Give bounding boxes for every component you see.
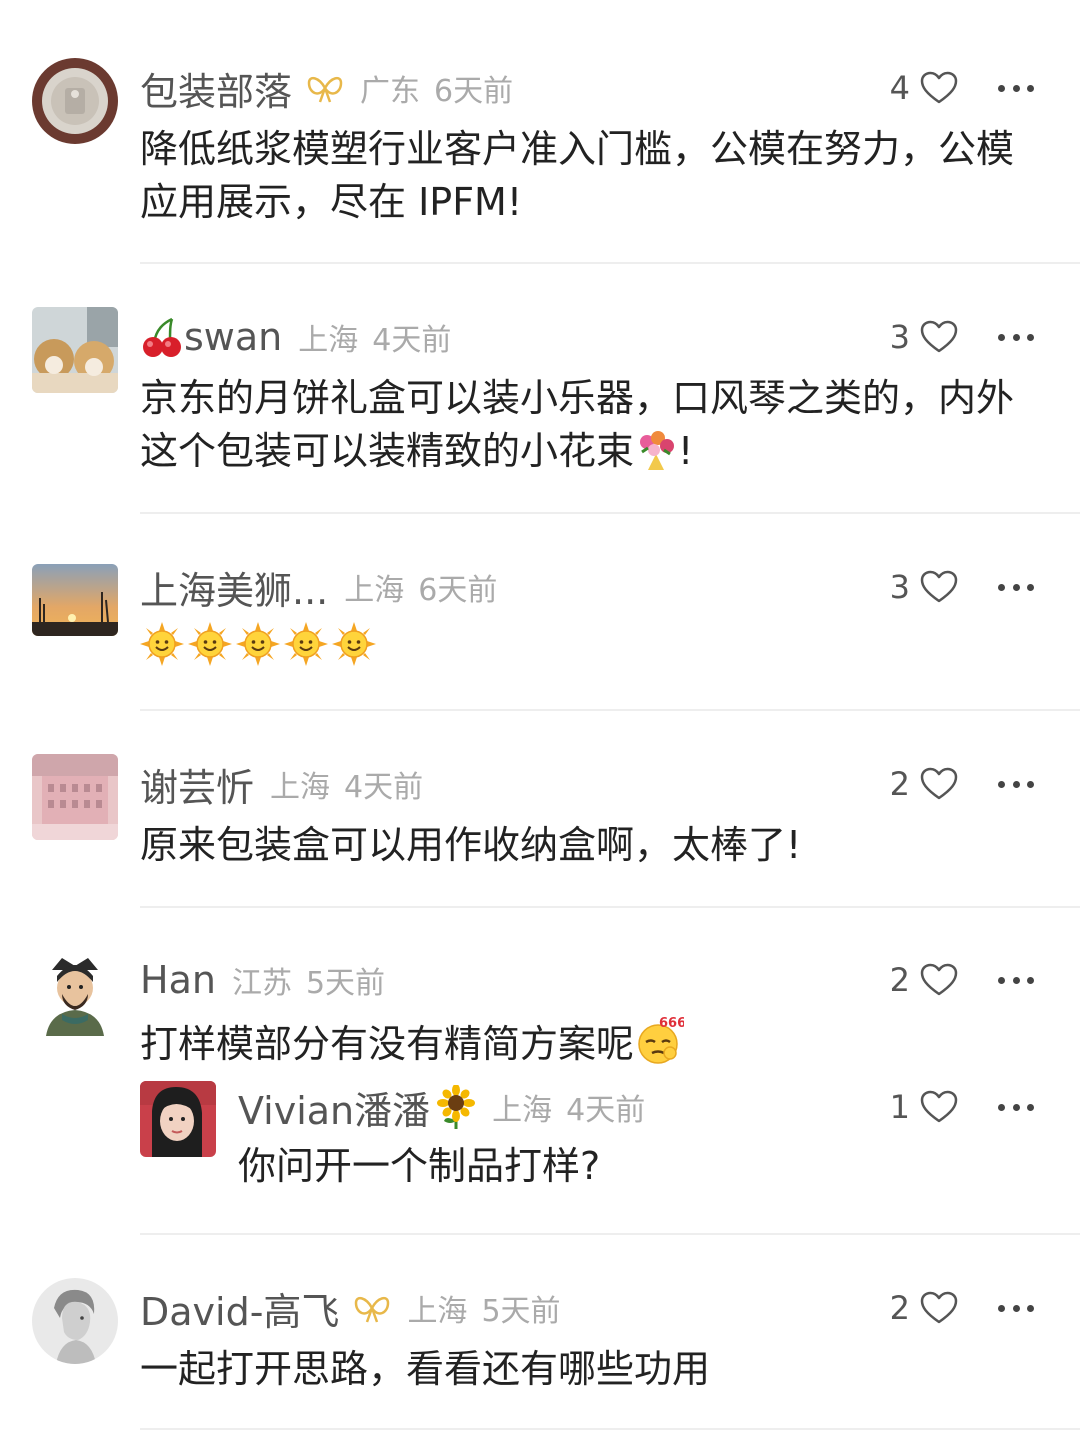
like-count: 2: [889, 1289, 910, 1327]
comment-text: 打样模部分有没有精简方案呢 666: [140, 1015, 1045, 1079]
username[interactable]: 谢芸忻: [140, 757, 254, 812]
timestamp: 5天前: [481, 1294, 561, 1329]
reply-text: 你问开一个制品打样?: [238, 1144, 601, 1188]
avatar[interactable]: [32, 1278, 118, 1364]
sun-emoji-icon: [188, 622, 232, 666]
like-button[interactable]: 3: [890, 562, 958, 612]
heart-icon: [920, 570, 958, 603]
cherry-icon: [140, 315, 184, 359]
more-options-icon[interactable]: [998, 1283, 1034, 1333]
username[interactable]: Han: [140, 958, 216, 1002]
location: 上海: [270, 770, 331, 805]
comment-text: 一起打开思路，看看还有哪些功用: [140, 1347, 711, 1391]
heart-icon: [920, 1291, 958, 1324]
more-options-icon[interactable]: [998, 759, 1034, 809]
location: 上海: [298, 323, 359, 358]
like-count: 3: [889, 318, 910, 356]
timestamp: 4天前: [372, 323, 452, 358]
location: 上海: [407, 1294, 468, 1329]
location: 广东: [360, 74, 421, 109]
username[interactable]: David-高飞: [140, 1281, 339, 1336]
sun-emoji-icon: [236, 622, 280, 666]
timestamp: 6天前: [418, 573, 498, 608]
divider: [140, 1233, 1080, 1235]
comment-text: [140, 622, 1045, 672]
heart-icon: [920, 767, 958, 800]
avatar[interactable]: [32, 307, 118, 393]
verified-badge-icon: [353, 1291, 391, 1325]
sun-emoji-icon: [140, 622, 184, 666]
heart-icon: [920, 1090, 958, 1123]
timestamp: 4天前: [566, 1093, 646, 1128]
username[interactable]: swan: [184, 315, 282, 359]
more-options-icon[interactable]: [998, 955, 1034, 1005]
comment-text-main: 京东的月饼礼盒可以装小乐器，口风琴之类的，内外这个包装可以装精致的小花束: [140, 376, 1015, 473]
timestamp: 6天前: [434, 74, 514, 109]
comment-text-main: 打样模部分有没有精简方案呢: [140, 1022, 635, 1066]
emoji-label: 666: [659, 1016, 684, 1031]
divider: [140, 262, 1080, 264]
like-button[interactable]: 4: [890, 63, 958, 113]
divider: [140, 512, 1080, 514]
avatar[interactable]: [32, 564, 118, 636]
divider: [140, 906, 1080, 908]
like-button[interactable]: 1: [890, 1082, 958, 1132]
like-button[interactable]: 2: [890, 955, 958, 1005]
comment-text-end: !: [678, 429, 694, 473]
like-button[interactable]: 2: [890, 1283, 958, 1333]
like-button[interactable]: 2: [890, 759, 958, 809]
comment-text: 原来包装盒可以用作收纳盒啊，太棒了!: [140, 823, 802, 867]
avatar[interactable]: [32, 754, 118, 840]
comment-text: 京东的月饼礼盒可以装小乐器，口风琴之类的，内外这个包装可以装精致的小花束 !: [140, 372, 1045, 486]
more-options-icon[interactable]: [998, 63, 1034, 113]
like-count: 4: [889, 69, 910, 107]
avatar[interactable]: [32, 58, 118, 144]
like-count: 3: [889, 568, 910, 606]
heart-icon: [920, 963, 958, 996]
username[interactable]: Vivian潘潘: [238, 1080, 430, 1135]
more-options-icon[interactable]: [998, 562, 1034, 612]
like-button[interactable]: 3: [890, 312, 958, 362]
sun-emoji-icon: [284, 622, 328, 666]
username[interactable]: 上海美狮...: [140, 560, 328, 615]
location: 江苏: [231, 966, 292, 1001]
more-options-icon[interactable]: [998, 312, 1034, 362]
timestamp: 4天前: [344, 770, 424, 805]
timestamp: 5天前: [305, 966, 386, 1001]
avatar[interactable]: [140, 1081, 216, 1157]
username[interactable]: 包装部落: [140, 61, 292, 116]
heart-icon: [920, 71, 958, 104]
more-options-icon[interactable]: [998, 1082, 1034, 1132]
heart-icon: [920, 320, 958, 353]
avatar[interactable]: [32, 950, 118, 1036]
bouquet-icon: [634, 428, 678, 486]
like-count: 1: [889, 1088, 910, 1126]
sunflower-icon: [436, 1085, 476, 1129]
comment-list: 包装部落 广东 6天前 4 降低纸浆模塑行业客户准入门槛，公模在努力，公模应用展…: [0, 0, 1080, 1442]
location: 上海: [344, 573, 405, 608]
666-emoji-icon: 666: [634, 1015, 686, 1079]
like-count: 2: [889, 961, 910, 999]
comment-text: 降低纸浆模塑行业客户准入门槛，公模在努力，公模应用展示，尽在 IPFM!: [140, 127, 1015, 224]
location: 上海: [492, 1093, 553, 1128]
divider: [140, 1428, 1080, 1430]
sun-emoji-icon: [332, 622, 376, 666]
verified-badge-icon: [306, 71, 344, 105]
divider: [140, 709, 1080, 711]
like-count: 2: [889, 765, 910, 803]
